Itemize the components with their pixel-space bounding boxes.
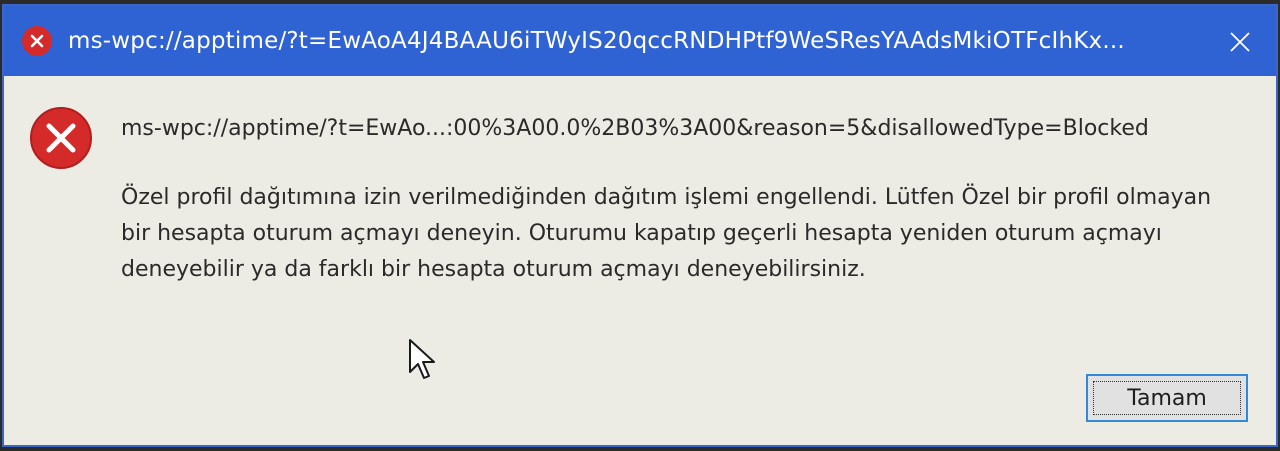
close-button[interactable] [1222,24,1258,60]
dialog-message: Özel profil dağıtımına izin verilmediğin… [121,185,1212,282]
title-bar[interactable]: ms-wpc://apptime/?t=EwAoA4J4BAAU6iTWyIS2… [4,6,1276,76]
window-title: ms-wpc://apptime/?t=EwAoA4J4BAAU6iTWyIS2… [68,28,1125,54]
error-dialog: ms-wpc://apptime/?t=EwAoA4J4BAAU6iTWyIS2… [2,4,1278,447]
ok-button[interactable]: Tamam [1086,374,1248,422]
mouse-cursor-icon [409,339,435,379]
dialog-headline: ms-wpc://apptime/?t=EwAo...:00%3A00.0%2B… [121,116,1149,141]
error-icon [22,26,52,56]
error-icon [30,107,92,169]
dialog-content: ms-wpc://apptime/?t=EwAo...:00%3A00.0%2B… [4,76,1276,445]
ok-button-label: Tamam [1127,385,1207,411]
close-icon [1230,32,1250,52]
